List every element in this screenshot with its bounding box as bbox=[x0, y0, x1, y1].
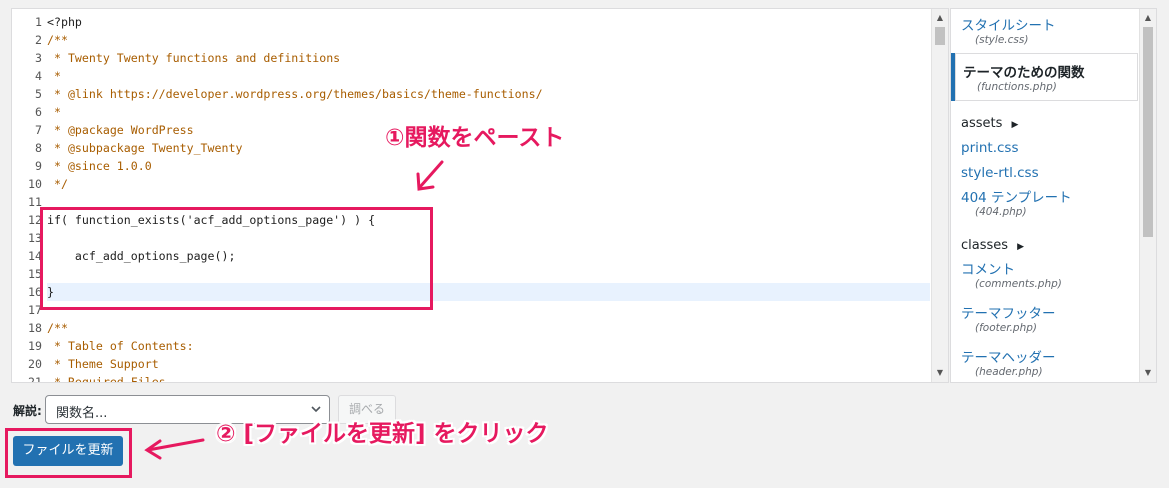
code-line[interactable]: /** bbox=[47, 31, 930, 49]
line-number: 2 bbox=[35, 33, 42, 47]
line-number: 7 bbox=[35, 123, 42, 137]
line-number: 11 bbox=[28, 195, 42, 209]
sidebar-item-label[interactable]: style-rtl.css bbox=[961, 165, 1039, 181]
sidebar-scrollbar[interactable]: ▲ ▼ bbox=[1139, 9, 1156, 382]
line-number: 6 bbox=[35, 105, 42, 119]
folder-label[interactable]: classes bbox=[961, 238, 1008, 253]
sidebar-item-functions[interactable]: テーマのための関数 (functions.php) bbox=[951, 53, 1138, 101]
paste-highlight-box bbox=[40, 207, 433, 310]
folder-expand-icon[interactable]: ▶ bbox=[1017, 242, 1024, 252]
arrow-icon bbox=[144, 438, 205, 460]
line-number: 1 bbox=[35, 15, 42, 29]
sidebar-item-header[interactable]: テーマヘッダー (header.php) bbox=[961, 346, 1138, 378]
code-line[interactable]: * Twenty Twenty functions and definition… bbox=[47, 49, 930, 67]
sidebar-item-404[interactable]: 404 テンプレート (404.php) bbox=[961, 186, 1138, 218]
sidebar-item-label[interactable]: コメント bbox=[961, 262, 1015, 278]
line-number: 20 bbox=[28, 357, 42, 371]
folder-expand-icon[interactable]: ▶ bbox=[1011, 120, 1018, 130]
scroll-up-icon[interactable]: ▲ bbox=[1140, 11, 1156, 25]
code-line[interactable]: * @link https://developer.wordpress.org/… bbox=[47, 85, 930, 103]
documentation-label: 解説: bbox=[13, 404, 42, 418]
code-line[interactable]: /** bbox=[47, 319, 930, 337]
code-line[interactable]: * bbox=[47, 67, 930, 85]
sidebar-item-filename: (comments.php) bbox=[975, 278, 1062, 290]
sidebar-item-label[interactable]: 404 テンプレート bbox=[961, 190, 1072, 206]
folder-label[interactable]: assets bbox=[961, 116, 1002, 131]
editor-scroll-thumb[interactable] bbox=[935, 27, 945, 45]
code-line[interactable]: * Required Files bbox=[47, 373, 930, 382]
sidebar-item-label[interactable]: テーマヘッダー bbox=[961, 350, 1056, 366]
sidebar-folder-assets[interactable]: assets ▶ bbox=[961, 112, 1138, 131]
line-number: 9 bbox=[35, 159, 42, 173]
scroll-up-icon[interactable]: ▲ bbox=[932, 11, 948, 25]
select-value: 関数名... bbox=[56, 406, 108, 421]
sidebar-item-filename: (header.php) bbox=[975, 366, 1043, 378]
line-number: 21 bbox=[28, 375, 42, 383]
sidebar-item-filename: (style.css) bbox=[975, 34, 1029, 46]
line-number: 3 bbox=[35, 51, 42, 65]
code-line[interactable]: * Table of Contents: bbox=[47, 337, 930, 355]
sidebar-item-footer[interactable]: テーマフッター (footer.php) bbox=[961, 302, 1138, 334]
line-number: 4 bbox=[35, 69, 42, 83]
code-line[interactable]: * @since 1.0.0 bbox=[47, 157, 930, 175]
sidebar-item-stylesheet[interactable]: スタイルシート (style.css) bbox=[961, 14, 1138, 46]
line-number: 15 bbox=[28, 267, 42, 281]
sidebar-item-filename: (footer.php) bbox=[975, 322, 1037, 334]
sidebar-item-label[interactable]: テーマのための関数 bbox=[963, 65, 1085, 81]
line-number-gutter: 1 2 3 4 5 6 7 8 9 10 11 12 13 14 15 16 17 18 19 20 21 bbox=[12, 9, 42, 382]
line-number: 8 bbox=[35, 141, 42, 155]
sidebar-item-label[interactable]: print.css bbox=[961, 140, 1019, 156]
annotation-step2: ② [ファイルを更新] をクリック bbox=[216, 421, 549, 447]
sidebar-item-filename: (functions.php) bbox=[977, 81, 1057, 93]
scroll-down-icon[interactable]: ▼ bbox=[1140, 366, 1156, 380]
sidebar-item-style-rtl[interactable]: style-rtl.css bbox=[961, 162, 1138, 181]
theme-files-sidebar: スタイルシート (style.css) テーマのための関数 (functions… bbox=[950, 8, 1157, 383]
update-highlight-box bbox=[5, 428, 132, 478]
line-number: 10 bbox=[28, 177, 42, 191]
sidebar-folder-classes[interactable]: classes ▶ bbox=[961, 234, 1138, 253]
line-number: 17 bbox=[28, 303, 42, 317]
chevron-down-icon bbox=[311, 406, 321, 413]
annotation-step1: ①関数をペースト bbox=[385, 125, 565, 151]
sidebar-item-print-css[interactable]: print.css bbox=[961, 137, 1138, 156]
line-number: 19 bbox=[28, 339, 42, 353]
scroll-down-icon[interactable]: ▼ bbox=[932, 366, 948, 380]
line-number: 16 bbox=[28, 285, 42, 299]
line-number: 12 bbox=[28, 213, 42, 227]
code-area[interactable]: <?php/** * Twenty Twenty functions and d… bbox=[47, 9, 930, 382]
editor-scrollbar[interactable]: ▲ ▼ bbox=[931, 9, 948, 382]
code-line[interactable]: <?php bbox=[47, 13, 930, 31]
line-number: 14 bbox=[28, 249, 42, 263]
line-number: 5 bbox=[35, 87, 42, 101]
code-line[interactable]: */ bbox=[47, 175, 930, 193]
sidebar-item-label[interactable]: スタイルシート bbox=[961, 18, 1056, 34]
line-number: 18 bbox=[28, 321, 42, 335]
sidebar-item-label[interactable]: テーマフッター bbox=[961, 306, 1056, 322]
sidebar-item-comments[interactable]: コメント (comments.php) bbox=[961, 258, 1138, 290]
code-line[interactable]: * Theme Support bbox=[47, 355, 930, 373]
sidebar-item-filename: (404.php) bbox=[975, 206, 1027, 218]
sidebar-scroll-thumb[interactable] bbox=[1143, 27, 1153, 237]
line-number: 13 bbox=[28, 231, 42, 245]
code-editor[interactable]: 1 2 3 4 5 6 7 8 9 10 11 12 13 14 15 16 17 18 19 20 21 <?php /… bbox=[11, 8, 949, 383]
